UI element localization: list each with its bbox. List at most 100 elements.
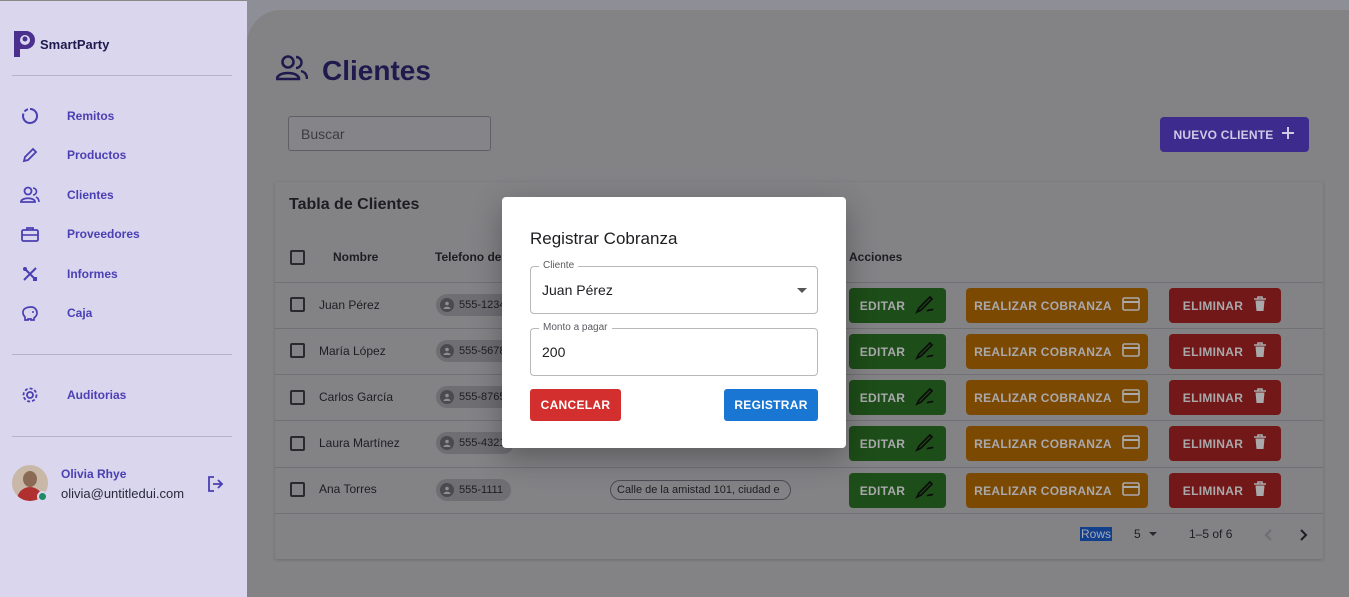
sidebar-item-label: Productos (67, 148, 127, 162)
pencil-icon (915, 340, 935, 363)
caret-down-icon (1148, 532, 1157, 536)
delete-button[interactable]: ELIMINAR (1169, 426, 1281, 461)
sidebar-divider (12, 436, 232, 437)
new-client-button[interactable]: NUEVO CLIENTE (1160, 117, 1309, 152)
credit-card-icon (1122, 343, 1140, 360)
client-select[interactable]: Cliente Juan Pérez (530, 260, 818, 314)
client-name: Juan Pérez (319, 298, 380, 312)
cancel-button[interactable]: CANCELAR (530, 389, 621, 421)
collect-label: REALIZAR COBRANZA (974, 436, 1112, 451)
person-icon (440, 390, 454, 404)
amount-field-label: Monto a pagar (539, 322, 612, 333)
edit-button[interactable]: EDITAR (849, 380, 946, 415)
delete-button[interactable]: ELIMINAR (1169, 380, 1281, 415)
select-all-checkbox[interactable] (290, 250, 305, 265)
phone-text: 555-1111 (459, 484, 504, 496)
circle-progress-icon (20, 106, 40, 126)
delete-label: ELIMINAR (1182, 390, 1244, 405)
delete-label: ELIMINAR (1182, 436, 1244, 451)
client-field-value: Juan Pérez (542, 282, 613, 298)
row-checkbox[interactable] (290, 343, 305, 358)
sidebar-item-label: Informes (67, 267, 118, 281)
pencil-icon (915, 432, 935, 455)
delete-label: ELIMINAR (1182, 298, 1244, 313)
client-name: Carlos García (319, 390, 394, 404)
sidebar: SmartParty Remitos Productos Clientes Pr… (0, 0, 247, 597)
person-icon (440, 483, 454, 497)
collect-payment-button[interactable]: REALIZAR COBRANZA (966, 473, 1148, 508)
row-checkbox[interactable] (290, 436, 305, 451)
collect-label: REALIZAR COBRANZA (974, 344, 1112, 359)
pagination-range: 1–5 of 6 (1189, 527, 1233, 541)
users-icon (20, 185, 40, 205)
row-divider (275, 467, 1323, 468)
edit-label: EDITAR (859, 344, 906, 359)
amount-field[interactable]: Monto a pagar 200 (530, 322, 818, 376)
edit-label: EDITAR (859, 298, 906, 313)
delete-button[interactable]: ELIMINAR (1169, 473, 1281, 508)
row-checkbox[interactable] (290, 390, 305, 405)
pencil-icon (20, 145, 40, 165)
rows-per-page-select[interactable]: 5 (1134, 527, 1157, 541)
pencil-icon (915, 294, 935, 317)
trash-icon (1253, 296, 1267, 315)
edit-button[interactable]: EDITAR (849, 334, 946, 369)
app-logo[interactable]: SmartParty (12, 29, 109, 59)
credit-card-icon (1122, 482, 1140, 499)
sidebar-item-remitos[interactable]: Remitos (20, 104, 114, 128)
sidebar-divider (12, 75, 232, 76)
sidebar-item-proveedores[interactable]: Proveedores (20, 222, 140, 246)
register-button[interactable]: REGISTRAR (724, 389, 818, 421)
user-name: Olivia Rhye (61, 467, 127, 481)
sidebar-item-caja[interactable]: Caja (20, 301, 92, 325)
phone-text: 555-5678 (459, 345, 506, 357)
piggy-bank-icon (20, 303, 40, 323)
collect-payment-button[interactable]: REALIZAR COBRANZA (966, 288, 1148, 323)
page-header: Clientes (275, 54, 431, 87)
address-chip: Calle de la amistad 101, ciudad e (610, 480, 791, 500)
column-header-nombre[interactable]: Nombre (333, 250, 378, 264)
delete-button[interactable]: ELIMINAR (1169, 288, 1281, 323)
collect-payment-button[interactable]: REALIZAR COBRANZA (966, 380, 1148, 415)
next-page-icon[interactable] (1297, 528, 1309, 545)
search-input[interactable] (288, 116, 491, 151)
trash-icon (1253, 481, 1267, 500)
collect-payment-button[interactable]: REALIZAR COBRANZA (966, 426, 1148, 461)
row-divider (275, 513, 1323, 514)
column-header-telefono[interactable]: Telefono del (435, 250, 505, 264)
register-payment-dialog: Registrar Cobranza Cliente Juan Pérez Mo… (502, 197, 846, 448)
collect-payment-button[interactable]: REALIZAR COBRANZA (966, 334, 1148, 369)
edit-label: EDITAR (859, 390, 906, 405)
user-profile: Olivia Rhye olivia@untitledui.com (12, 465, 237, 505)
prev-page-icon[interactable] (1263, 528, 1275, 545)
delete-button[interactable]: ELIMINAR (1169, 334, 1281, 369)
dialog-title: Registrar Cobranza (530, 229, 678, 248)
edit-button[interactable]: EDITAR (849, 426, 946, 461)
sidebar-item-auditorias[interactable]: Auditorias (20, 383, 126, 407)
briefcase-icon (20, 224, 40, 244)
sidebar-item-productos[interactable]: Productos (20, 143, 126, 167)
client-field-label: Cliente (539, 260, 579, 271)
sidebar-item-clientes[interactable]: Clientes (20, 183, 114, 207)
collect-label: REALIZAR COBRANZA (974, 483, 1112, 498)
tools-icon (20, 264, 40, 284)
edit-button[interactable]: EDITAR (849, 473, 946, 508)
edit-label: EDITAR (859, 483, 906, 498)
column-header-acciones: Acciones (849, 250, 903, 264)
sidebar-item-label: Proveedores (67, 227, 140, 241)
online-status-dot (37, 491, 48, 502)
sidebar-divider (12, 354, 232, 355)
logout-icon[interactable] (206, 475, 224, 498)
phone-text: 555-8765 (459, 391, 506, 403)
row-checkbox[interactable] (290, 297, 305, 312)
edit-button[interactable]: EDITAR (849, 288, 946, 323)
sidebar-item-label: Auditorias (67, 388, 127, 402)
sidebar-item-informes[interactable]: Informes (20, 262, 118, 286)
rows-per-page-value: 5 (1134, 527, 1141, 541)
sidebar-item-label: Caja (67, 306, 93, 320)
pencil-icon (915, 386, 935, 409)
edit-label: EDITAR (859, 436, 906, 451)
row-checkbox[interactable] (290, 482, 305, 497)
pencil-icon (915, 479, 935, 502)
trash-icon (1253, 434, 1267, 453)
